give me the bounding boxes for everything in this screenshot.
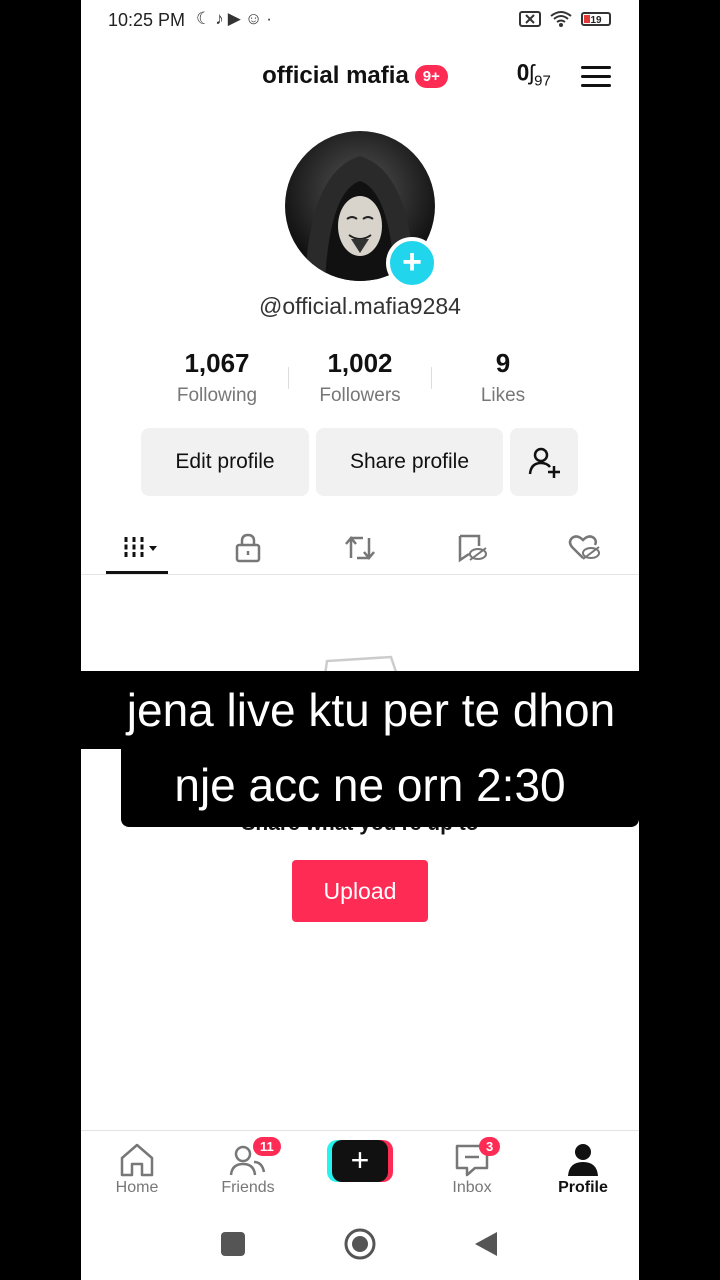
active-tab-indicator bbox=[106, 571, 168, 574]
tab-reposts[interactable] bbox=[335, 528, 385, 568]
upload-button[interactable]: Upload bbox=[292, 860, 428, 922]
menu-icon[interactable] bbox=[581, 66, 611, 93]
stat-divider bbox=[431, 367, 432, 389]
notification-icons: ☾♪▶☺· bbox=[196, 9, 276, 29]
videos-grid-icon bbox=[124, 537, 157, 559]
recents-icon[interactable] bbox=[221, 1232, 245, 1256]
system-nav-bar bbox=[81, 1212, 639, 1280]
lock-icon bbox=[235, 533, 261, 563]
battery-icon: 19 bbox=[581, 12, 611, 26]
edit-profile-button[interactable]: Edit profile bbox=[141, 428, 309, 496]
status-bar: 10:25 PM ☾♪▶☺· 19 bbox=[81, 0, 639, 42]
add-avatar-button[interactable]: + bbox=[386, 237, 438, 289]
nav-friends-label: Friends bbox=[221, 1179, 275, 1196]
create-button[interactable]: + bbox=[327, 1140, 393, 1182]
tab-liked[interactable] bbox=[559, 528, 609, 568]
caption-line-2: nje acc ne orn 2:30 bbox=[174, 759, 566, 811]
status-time: 10:25 PM bbox=[108, 10, 186, 30]
nav-home[interactable]: Home bbox=[92, 1141, 182, 1197]
footsteps-icon: 𝟎ʃ bbox=[517, 60, 535, 85]
repost-icon bbox=[345, 536, 375, 560]
likes-label: Likes bbox=[480, 385, 526, 406]
followers-count: 1,002 bbox=[327, 348, 393, 378]
moon-icon: ☾ bbox=[196, 9, 216, 28]
inbox-badge: 3 bbox=[479, 1137, 501, 1156]
stat-likes[interactable]: 9 Likes bbox=[433, 348, 573, 407]
nav-home-label: Home bbox=[115, 1179, 159, 1196]
nav-profile[interactable]: Profile bbox=[538, 1141, 628, 1197]
add-friend-button[interactable] bbox=[510, 428, 578, 496]
likes-count: 9 bbox=[495, 348, 511, 378]
youtube-icon: ▶ bbox=[227, 9, 245, 28]
profile-icon bbox=[568, 1144, 598, 1176]
stat-divider bbox=[288, 367, 289, 389]
tiktok-icon: ♪ bbox=[215, 9, 228, 28]
no-sim-icon bbox=[519, 11, 541, 27]
stat-following[interactable]: 1,067 Following bbox=[147, 348, 287, 407]
tab-videos[interactable] bbox=[111, 528, 171, 568]
back-icon[interactable] bbox=[473, 1230, 499, 1258]
nav-friends[interactable]: Friends 11 bbox=[203, 1137, 293, 1197]
stat-followers[interactable]: 1,002 Followers bbox=[290, 348, 430, 407]
tab-favorites[interactable] bbox=[447, 528, 497, 568]
nav-inbox[interactable]: Inbox 3 bbox=[427, 1137, 517, 1197]
system-icons: 19 bbox=[519, 10, 611, 28]
following-count: 1,067 bbox=[184, 348, 250, 378]
profile-header: official mafia 9+ bbox=[81, 62, 639, 90]
profile-name[interactable]: official mafia bbox=[262, 62, 409, 90]
nav-inbox-label: Inbox bbox=[452, 1179, 492, 1196]
snapchat-icon: ☺ bbox=[244, 9, 267, 28]
profile-tabs bbox=[81, 520, 639, 575]
friends-badge: 11 bbox=[253, 1137, 281, 1156]
dot-icon: · bbox=[266, 9, 276, 28]
home-icon bbox=[120, 1143, 154, 1177]
profile-handle: @official.mafia9284 bbox=[259, 293, 461, 319]
nav-profile-label: Profile bbox=[558, 1179, 608, 1196]
liked-hidden-icon bbox=[568, 535, 600, 560]
tab-private[interactable] bbox=[223, 528, 273, 568]
following-label: Following bbox=[176, 385, 258, 406]
caption-line-1: jena live ktu per te dhon bbox=[126, 684, 616, 736]
phone-screen: 10:25 PM ☾♪▶☺· 19 official mafia 9+ 𝟎ʃ97 bbox=[81, 0, 639, 1280]
home-circle-icon[interactable] bbox=[343, 1227, 377, 1261]
plus-icon: + bbox=[332, 1140, 388, 1182]
share-profile-button[interactable]: Share profile bbox=[316, 428, 503, 496]
favorites-hidden-icon bbox=[458, 534, 487, 563]
add-user-icon bbox=[528, 447, 560, 478]
footsteps-button[interactable]: 𝟎ʃ97 bbox=[517, 60, 551, 89]
followers-label: Followers bbox=[319, 385, 401, 406]
wifi-icon bbox=[550, 11, 572, 27]
account-badge[interactable]: 9+ bbox=[414, 64, 448, 88]
